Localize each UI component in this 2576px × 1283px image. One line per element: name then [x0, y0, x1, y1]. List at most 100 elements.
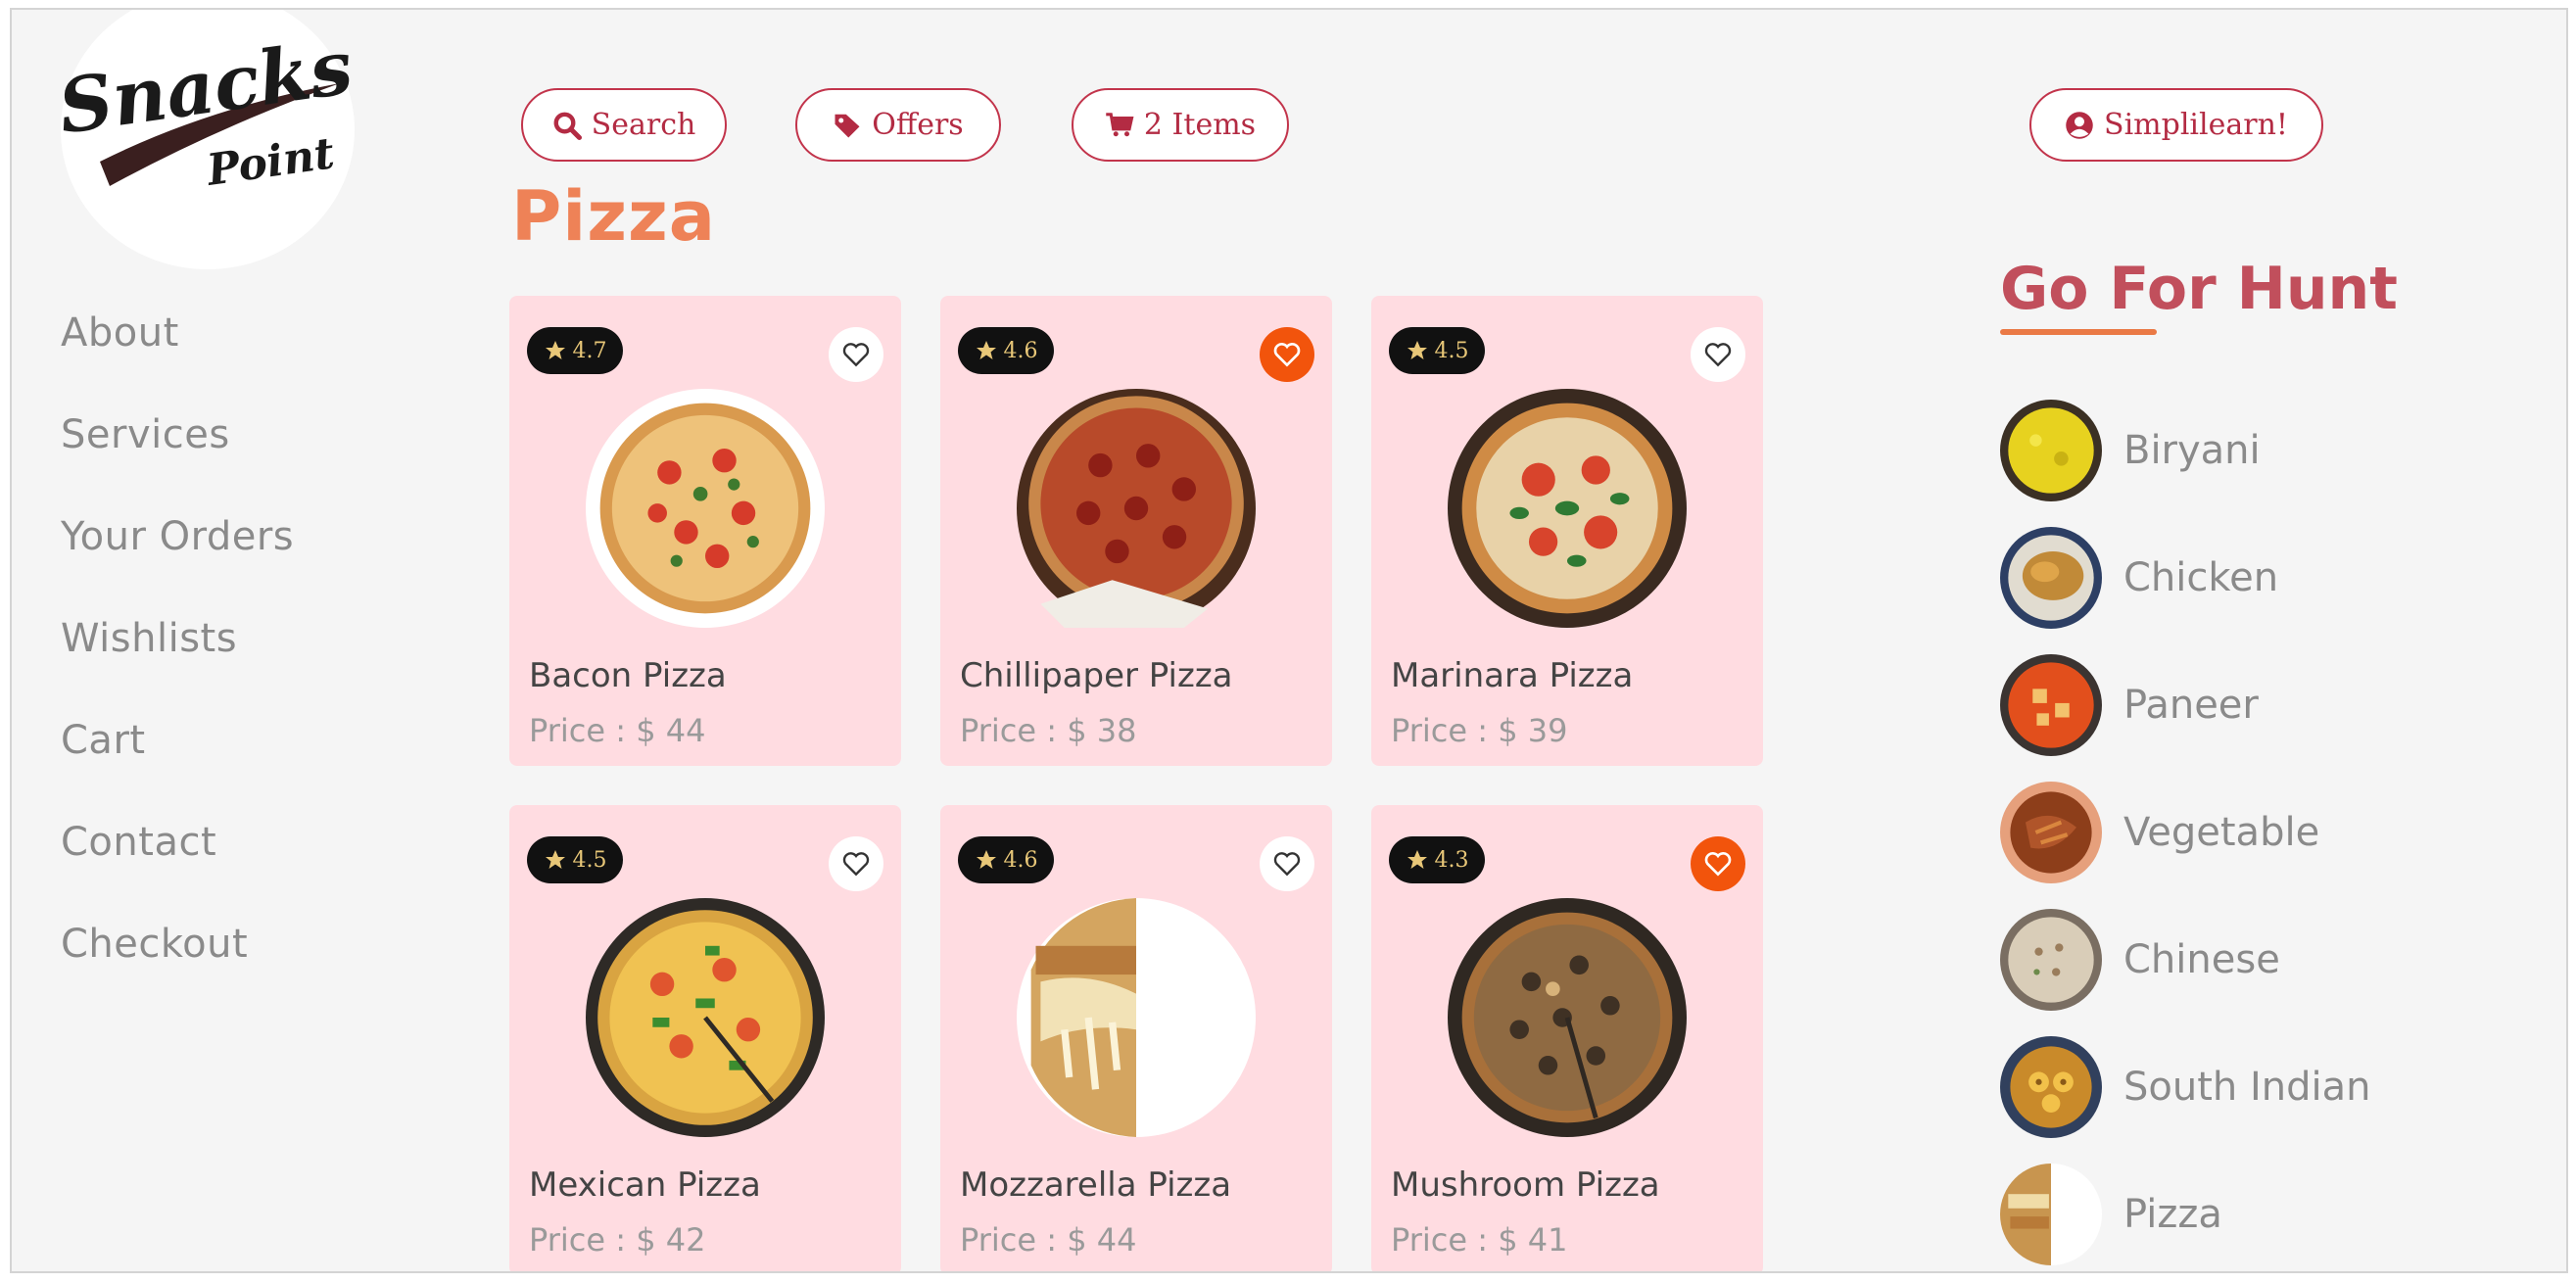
- product-price: Price : $ 39: [1391, 712, 1568, 749]
- rating-value: 4.5: [572, 847, 607, 873]
- tag-icon: [835, 114, 860, 137]
- category-image: [2000, 400, 2102, 501]
- product-image: [1017, 898, 1256, 1137]
- nav-your-orders[interactable]: Your Orders: [61, 507, 294, 609]
- nav-wishlists[interactable]: Wishlists: [61, 609, 294, 711]
- category-pizza[interactable]: Pizza: [2000, 1164, 2222, 1265]
- wishlist-toggle[interactable]: [1260, 836, 1314, 891]
- product-name: Chillipaper Pizza: [960, 656, 1233, 695]
- rating-value: 4.3: [1434, 847, 1469, 873]
- category-paneer[interactable]: Paneer: [2000, 654, 2259, 756]
- offers-label: Offers: [872, 108, 964, 142]
- heart-outline-icon: [842, 343, 870, 367]
- category-image: [2000, 782, 2102, 883]
- category-vegetable[interactable]: Vegetable: [2000, 782, 2319, 883]
- product-card[interactable]: 4.6 Chillipaper Pizza Price : $ 38: [940, 296, 1332, 766]
- cart-label: 2 Items: [1143, 108, 1257, 142]
- heart-outline-icon: [1704, 343, 1732, 367]
- side-nav: About Services Your Orders Wishlists Car…: [61, 304, 294, 1017]
- product-image: [1448, 898, 1687, 1137]
- category-biryani[interactable]: Biryani: [2000, 400, 2261, 501]
- cart-icon: [1106, 112, 1134, 136]
- category-label: Biryani: [2123, 428, 2261, 473]
- wishlist-toggle[interactable]: [1691, 836, 1745, 891]
- search-button[interactable]: Search: [521, 88, 727, 162]
- product-name: Mushroom Pizza: [1391, 1165, 1660, 1205]
- wishlist-toggle[interactable]: [1691, 327, 1745, 382]
- search-icon: [553, 112, 582, 140]
- heart-icon: [1704, 852, 1732, 877]
- wishlist-toggle[interactable]: [1260, 327, 1314, 382]
- product-name: Marinara Pizza: [1391, 656, 1634, 695]
- star-icon: [545, 850, 565, 869]
- product-card[interactable]: 4.7 Bacon Pizza Price : $ 44: [509, 296, 901, 766]
- heart-icon: [1273, 343, 1301, 367]
- product-card[interactable]: 4.5 Mexican Pizza Price : $ 42: [509, 805, 901, 1271]
- brand-logo[interactable]: Snacks Point: [53, 10, 358, 269]
- product-image: [1448, 389, 1687, 628]
- product-image: [586, 389, 825, 628]
- rating-badge: 4.6: [958, 327, 1054, 374]
- hunt-title: Go For Hunt: [2000, 255, 2398, 323]
- category-image: [2000, 909, 2102, 1011]
- star-icon: [976, 341, 996, 359]
- cart-button[interactable]: 2 Items: [1072, 88, 1289, 162]
- category-label: Chinese: [2123, 937, 2280, 982]
- user-label: Simplilearn!: [2104, 108, 2288, 142]
- page-title: Pizza: [511, 176, 717, 257]
- app-frame: Snacks Point About Services Your Orders …: [10, 8, 2568, 1273]
- nav-cart[interactable]: Cart: [61, 711, 294, 813]
- wishlist-toggle[interactable]: [829, 327, 883, 382]
- star-icon: [545, 341, 565, 359]
- rating-badge: 4.6: [958, 836, 1054, 883]
- product-image: [1017, 389, 1256, 628]
- rating-badge: 4.5: [527, 836, 623, 883]
- product-name: Mexican Pizza: [529, 1165, 761, 1205]
- hunt-title-underline: [2000, 329, 2157, 335]
- category-label: Paneer: [2123, 683, 2259, 728]
- rating-value: 4.5: [1434, 338, 1469, 363]
- category-image: [2000, 1164, 2102, 1265]
- category-image: [2000, 654, 2102, 756]
- rating-badge: 4.3: [1389, 836, 1485, 883]
- product-name: Mozzarella Pizza: [960, 1165, 1232, 1205]
- category-label: Chicken: [2123, 555, 2279, 600]
- rating-badge: 4.7: [527, 327, 623, 374]
- nav-about[interactable]: About: [61, 304, 294, 405]
- category-chinese[interactable]: Chinese: [2000, 909, 2280, 1011]
- logo-line2: Point: [202, 128, 337, 196]
- product-price: Price : $ 42: [529, 1221, 706, 1259]
- user-account-button[interactable]: Simplilearn!: [2029, 88, 2323, 162]
- star-icon: [1407, 341, 1427, 359]
- rating-value: 4.6: [1003, 338, 1038, 363]
- star-icon: [976, 850, 996, 869]
- product-price: Price : $ 38: [960, 712, 1137, 749]
- nav-services[interactable]: Services: [61, 405, 294, 507]
- rating-badge: 4.5: [1389, 327, 1485, 374]
- product-price: Price : $ 44: [529, 712, 706, 749]
- category-chicken[interactable]: Chicken: [2000, 527, 2278, 629]
- rating-value: 4.6: [1003, 847, 1038, 873]
- wishlist-toggle[interactable]: [829, 836, 883, 891]
- category-image: [2000, 527, 2102, 629]
- category-image: [2000, 1036, 2102, 1138]
- heart-outline-icon: [1273, 852, 1301, 877]
- product-name: Bacon Pizza: [529, 656, 727, 695]
- heart-outline-icon: [842, 852, 870, 877]
- product-card[interactable]: 4.5 Marinara Pizza Price : $ 39: [1371, 296, 1763, 766]
- star-icon: [1407, 850, 1427, 869]
- category-label: Vegetable: [2123, 810, 2320, 855]
- nav-contact[interactable]: Contact: [61, 813, 294, 915]
- rating-value: 4.7: [572, 338, 607, 363]
- nav-checkout[interactable]: Checkout: [61, 915, 294, 1017]
- product-image: [586, 898, 825, 1137]
- product-card[interactable]: 4.3 Mushroom Pizza Price : $ 41: [1371, 805, 1763, 1271]
- category-label: South Indian: [2123, 1065, 2371, 1110]
- product-price: Price : $ 44: [960, 1221, 1137, 1259]
- category-south-indian[interactable]: South Indian: [2000, 1036, 2370, 1138]
- product-card[interactable]: 4.6 Mozzarella Pizza Price : $ 44: [940, 805, 1332, 1271]
- category-label: Pizza: [2123, 1192, 2222, 1237]
- offers-button[interactable]: Offers: [795, 88, 1001, 162]
- product-price: Price : $ 41: [1391, 1221, 1568, 1259]
- search-label: Search: [591, 108, 696, 142]
